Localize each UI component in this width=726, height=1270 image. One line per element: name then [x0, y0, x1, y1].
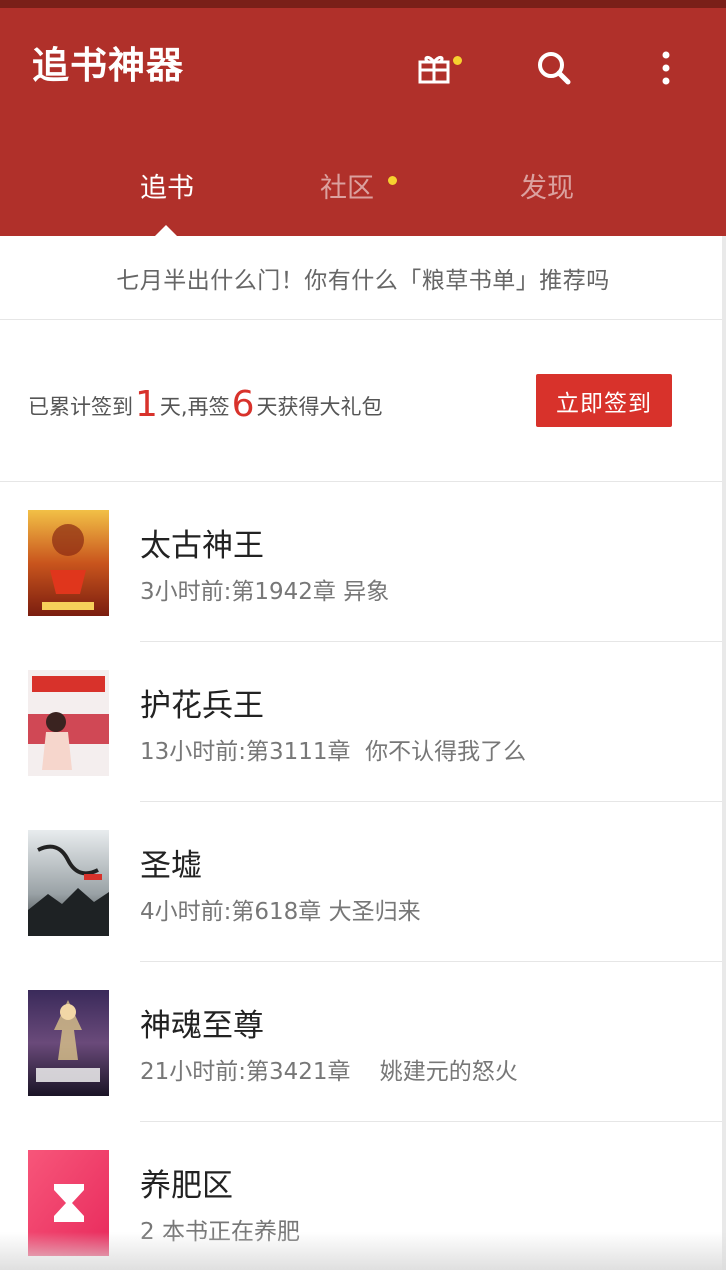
notice-banner[interactable]: 七月半出什么门！你有什么「粮草书单」推荐吗	[0, 236, 726, 320]
tab-follow[interactable]: 追书	[140, 166, 194, 212]
book-title: 护花兵王	[140, 688, 264, 724]
book-item[interactable]: 护花兵王 13小时前:第3111章 你不认得我了么	[0, 642, 726, 802]
book-title: 神魂至尊	[140, 1008, 264, 1044]
book-title: 圣墟	[140, 848, 202, 884]
gift-button[interactable]	[410, 44, 458, 92]
book-update: 4小时前:第618章 大圣归来	[140, 899, 421, 925]
book-cover-image	[28, 510, 109, 616]
book-update: 13小时前:第3111章 你不认得我了么	[140, 739, 527, 765]
book-cover-image	[28, 830, 109, 936]
book-item[interactable]: 太古神王 3小时前:第1942章 异象	[0, 482, 726, 642]
scroll-edge	[722, 236, 726, 1270]
more-options-button[interactable]	[642, 44, 690, 92]
app-header: 追书神器 追书 社区 发现	[0, 8, 726, 236]
tab-discover[interactable]: 发现	[520, 166, 574, 212]
book-cover	[28, 510, 109, 616]
checkin-status: 已累计签到 1 天,再签 6 天获得大礼包	[28, 382, 383, 430]
book-cover	[28, 830, 109, 936]
fattening-area-title: 养肥区	[140, 1168, 233, 1204]
tab-community[interactable]: 社区	[320, 166, 374, 212]
book-list: 太古神王 3小时前:第1942章 异象 护花兵王 13小时前:第3111章 你不…	[0, 482, 726, 1270]
days-remaining-count: 6	[231, 384, 255, 425]
bottom-fade	[0, 1232, 726, 1270]
book-cover	[28, 670, 109, 776]
book-item[interactable]: 神魂至尊 21小时前:第3421章 姚建元的怒火	[0, 962, 726, 1122]
tab-bar: 追书 社区 发现	[0, 148, 726, 236]
checkin-middle: 天,再签	[159, 395, 230, 419]
book-item[interactable]: 圣墟 4小时前:第618章 大圣归来	[0, 802, 726, 962]
book-update: 21小时前:第3421章 姚建元的怒火	[140, 1059, 518, 1085]
active-tab-indicator	[155, 225, 177, 236]
app-title: 追书神器	[32, 44, 184, 87]
status-bar	[0, 0, 726, 8]
more-vert-icon	[662, 51, 670, 85]
search-icon	[538, 52, 571, 85]
book-update: 3小时前:第1942章 异象	[140, 579, 390, 605]
checkin-button[interactable]: 立即签到	[536, 374, 672, 427]
book-title: 太古神王	[140, 528, 264, 564]
days-signed-count: 1	[135, 384, 158, 425]
community-notification-dot	[388, 176, 397, 185]
checkin-prefix: 已累计签到	[28, 395, 133, 419]
book-cover-image	[28, 990, 109, 1096]
checkin-suffix: 天获得大礼包	[256, 395, 383, 419]
gift-icon	[418, 55, 450, 84]
gift-notification-dot	[453, 56, 462, 65]
checkin-section: 已累计签到 1 天,再签 6 天获得大礼包 立即签到	[0, 320, 726, 482]
book-cover	[28, 990, 109, 1096]
book-cover-image	[28, 670, 109, 776]
search-button[interactable]	[530, 44, 578, 92]
notice-text: 七月半出什么门！你有什么「粮草书单」推荐吗	[116, 267, 610, 294]
